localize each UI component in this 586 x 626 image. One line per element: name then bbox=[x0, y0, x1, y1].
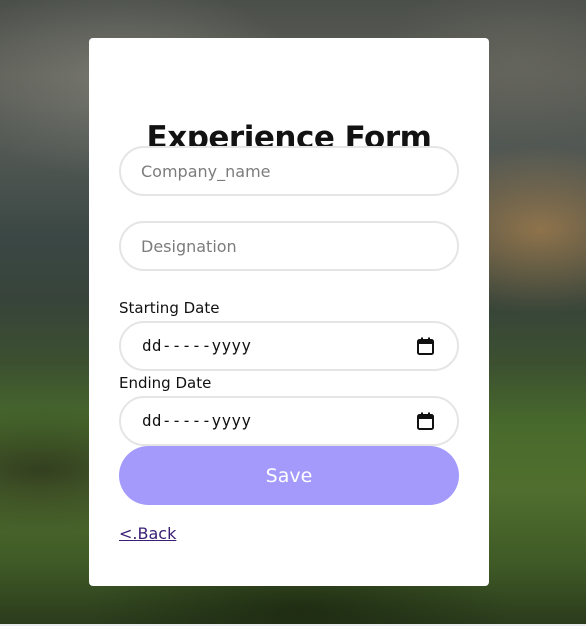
ending-date-label: Ending Date bbox=[119, 374, 212, 392]
calendar-icon[interactable] bbox=[417, 412, 434, 430]
ending-date-input[interactable]: dd-----yyyy bbox=[119, 396, 459, 446]
designation-input[interactable] bbox=[119, 221, 459, 271]
starting-date-label: Starting Date bbox=[119, 299, 220, 317]
company-name-input[interactable] bbox=[119, 146, 459, 196]
experience-form-card: Experience Form Starting Date dd-----yyy… bbox=[89, 38, 489, 586]
back-link[interactable]: <.Back bbox=[119, 524, 176, 543]
calendar-icon[interactable] bbox=[417, 337, 434, 355]
starting-date-input[interactable]: dd-----yyyy bbox=[119, 321, 459, 371]
save-button[interactable]: Save bbox=[119, 446, 459, 505]
ending-date-value: dd-----yyyy bbox=[142, 411, 252, 430]
starting-date-value: dd-----yyyy bbox=[142, 336, 252, 355]
